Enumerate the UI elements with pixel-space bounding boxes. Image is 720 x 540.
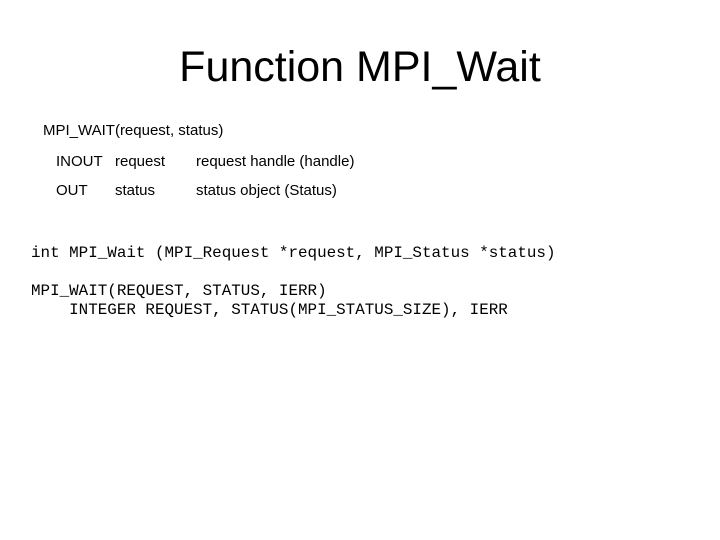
function-signature: MPI_WAIT(request, status) bbox=[43, 122, 224, 139]
fortran-binding-line: MPI_WAIT(REQUEST, STATUS, IERR) bbox=[31, 282, 327, 300]
param-description: status object (Status) bbox=[196, 182, 337, 199]
param-name: request bbox=[115, 153, 166, 170]
param-direction: OUT bbox=[56, 182, 88, 199]
fortran-binding-line: INTEGER REQUEST, STATUS(MPI_STATUS_SIZE)… bbox=[31, 301, 508, 319]
param-description: request handle (handle) bbox=[196, 153, 355, 170]
param-name: status bbox=[115, 182, 156, 199]
slide-title: Function MPI_Wait bbox=[179, 43, 541, 91]
param-direction: INOUT bbox=[56, 153, 103, 170]
c-binding: int MPI_Wait (MPI_Request *request, MPI_… bbox=[31, 244, 556, 262]
